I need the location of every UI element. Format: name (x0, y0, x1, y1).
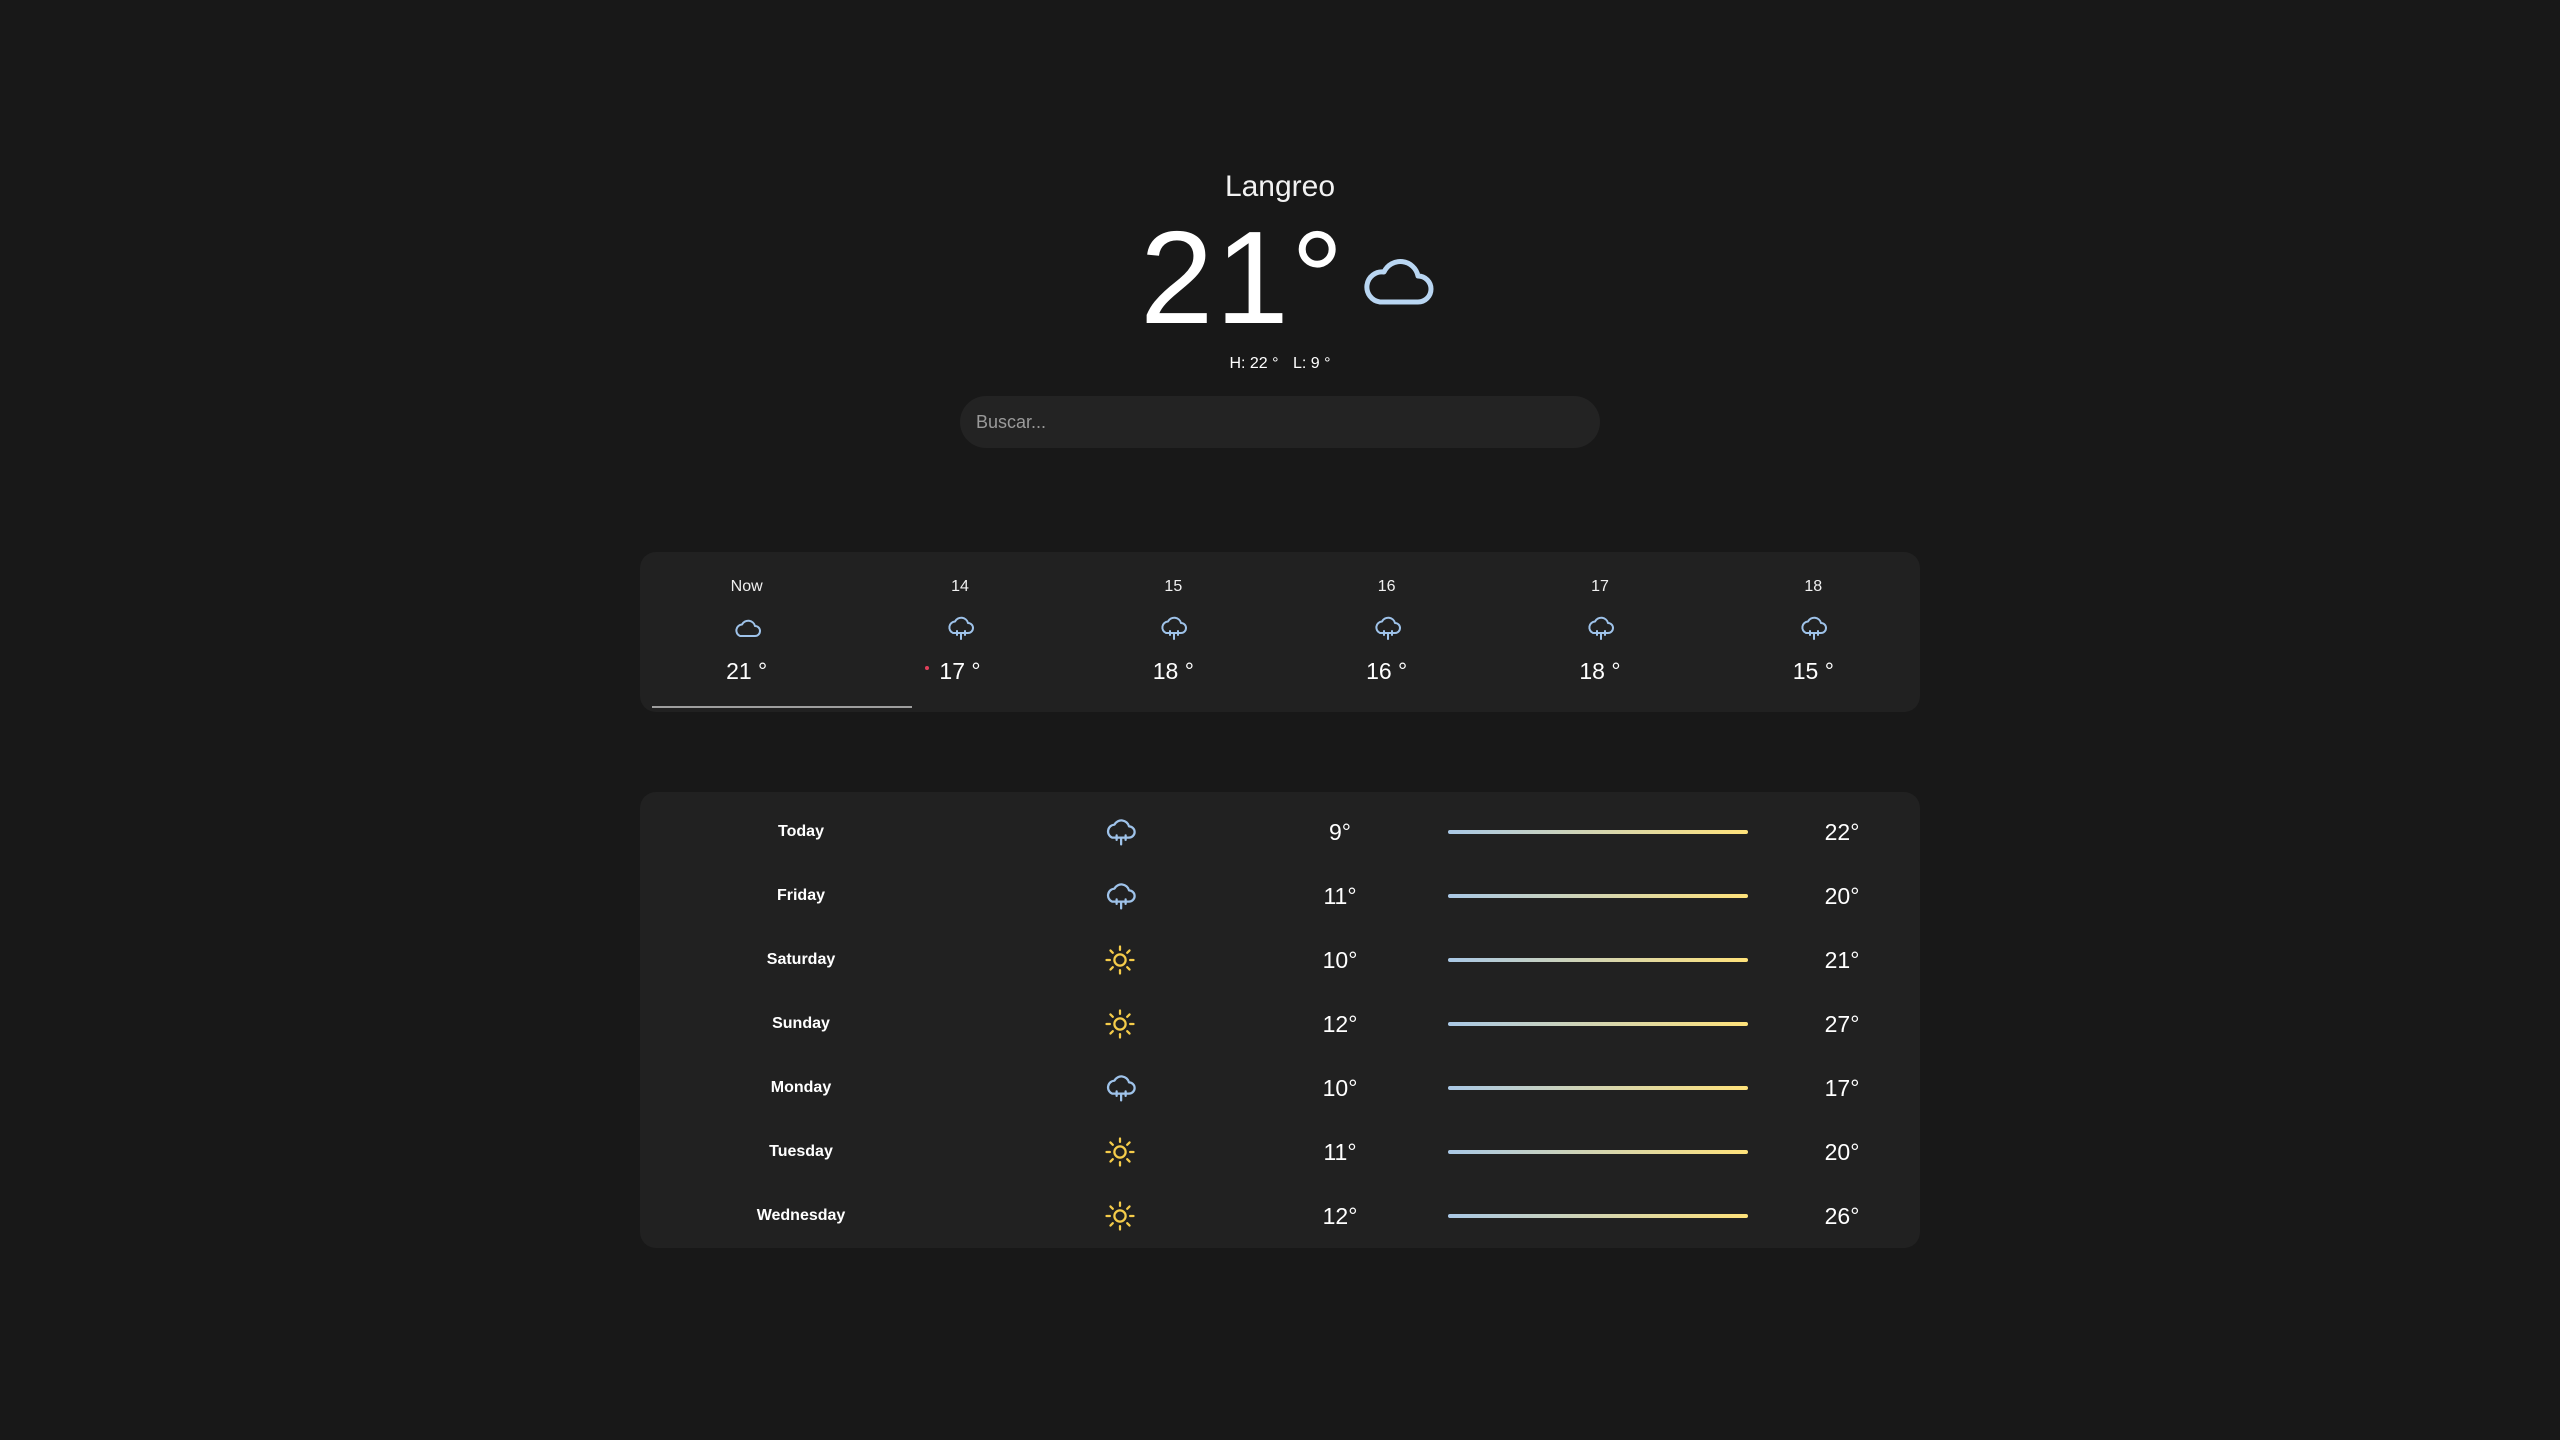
hour-temperature: 16 ° (1366, 658, 1408, 684)
cloud-rain-icon (948, 616, 974, 640)
temperature-range-bar (1448, 958, 1748, 962)
daily-row: Wednesday 12° 26° (640, 1184, 1920, 1248)
temperature-range-bar (1448, 830, 1748, 834)
day-name: Today (778, 823, 824, 840)
day-name: Friday (776, 887, 825, 904)
cloud-rain-icon (1801, 616, 1828, 640)
day-low-temperature: 12° (1322, 1011, 1358, 1037)
day-low-temperature: 9° (1329, 819, 1351, 845)
day-high-temperature: 22° (1824, 819, 1860, 845)
sun-icon (1105, 1009, 1135, 1039)
cloud-rain-icon (1106, 883, 1136, 910)
day-low-temperature: 11° (1323, 883, 1357, 909)
daily-row: Today 9° 22° (640, 800, 1920, 864)
hour-temperature: 21 ° (726, 658, 768, 684)
hour-label: 16 (1377, 578, 1396, 595)
temperature-range-bar (1448, 1214, 1748, 1218)
day-high-temperature: 21° (1824, 947, 1860, 973)
cloud-rain-icon (1588, 616, 1614, 640)
cloud-icon (735, 619, 761, 637)
low-temperature: L: 9 ° (1293, 355, 1331, 372)
day-low-temperature: 10° (1322, 1075, 1358, 1101)
hour-temperature: 18 ° (1579, 658, 1621, 684)
hour-label: 15 (1164, 578, 1183, 595)
selected-hour-indicator (652, 706, 912, 708)
temperature-range-bar (1448, 894, 1748, 898)
day-high-temperature: 27° (1824, 1011, 1860, 1037)
day-name: Sunday (772, 1015, 830, 1032)
day-name: Tuesday (769, 1143, 833, 1160)
hourly-forecast: Now 21 ° 14 17 ° 15 18 ° 16 16 ° 17 18 ° 18 15 ° (640, 552, 1920, 712)
temperature-range-bar (1448, 1022, 1748, 1026)
day-low-temperature: 10° (1322, 947, 1358, 973)
daily-row: Saturday 10° 21° (640, 928, 1920, 992)
sun-icon (1105, 945, 1135, 975)
day-high-temperature: 20° (1824, 883, 1860, 909)
search-input[interactable] (960, 396, 1600, 448)
current-temperature: 21° (1140, 204, 1346, 351)
daily-row: Monday 10° 17° (640, 1056, 1920, 1120)
daily-row: Sunday 12° 27° (640, 992, 1920, 1056)
hour-temperature: 15 ° (1792, 658, 1834, 684)
city-name: Langreo (1224, 170, 1336, 203)
hour-temperature: 17 ° (939, 658, 981, 684)
day-name: Saturday (766, 951, 836, 968)
hourly-item[interactable]: 16 16 ° (1280, 552, 1493, 712)
current-temperature-block: 21° (1140, 208, 1438, 348)
daily-row: Tuesday 11° 20° (640, 1120, 1920, 1184)
high-low: H: 22 ° L: 9 ° (0, 355, 2560, 373)
high-temperature: H: 22 ° (1229, 355, 1279, 372)
temperature-range-bar (1448, 1086, 1748, 1090)
cloud-rain-icon (1106, 1075, 1136, 1102)
hour-label: 17 (1591, 578, 1609, 595)
hourly-item[interactable]: Now 21 ° (640, 552, 853, 712)
hourly-item[interactable]: 15 18 ° (1067, 552, 1280, 712)
hourly-item[interactable]: 14 17 ° (853, 552, 1066, 712)
day-high-temperature: 26° (1824, 1203, 1860, 1229)
cloud-rain-icon (1161, 616, 1188, 640)
hour-label: 14 (951, 578, 969, 595)
cloud-rain-icon (1106, 819, 1136, 846)
day-high-temperature: 20° (1824, 1139, 1860, 1165)
daily-row: Friday 11° 20° (640, 864, 1920, 928)
temperature-range-bar (1448, 1150, 1748, 1154)
daily-forecast: Today 9° 22° Friday 11° 20° Saturday 10° 21° Sund… (640, 792, 1920, 1248)
day-high-temperature: 17° (1824, 1075, 1860, 1101)
hourly-item[interactable]: 18 15 ° (1707, 552, 1920, 712)
hour-label: Now (730, 578, 763, 595)
hour-label: 18 (1804, 578, 1823, 595)
day-name: Wednesday (756, 1207, 846, 1224)
cloud-icon (1364, 259, 1434, 305)
sun-icon (1105, 1201, 1135, 1231)
sun-icon (1105, 1137, 1135, 1167)
hour-temperature: 18 ° (1152, 658, 1194, 684)
day-low-temperature: 11° (1323, 1139, 1357, 1165)
day-name: Monday (770, 1079, 832, 1096)
hourly-item[interactable]: 17 18 ° (1493, 552, 1706, 712)
cloud-rain-icon (1375, 616, 1401, 640)
day-low-temperature: 12° (1322, 1203, 1358, 1229)
